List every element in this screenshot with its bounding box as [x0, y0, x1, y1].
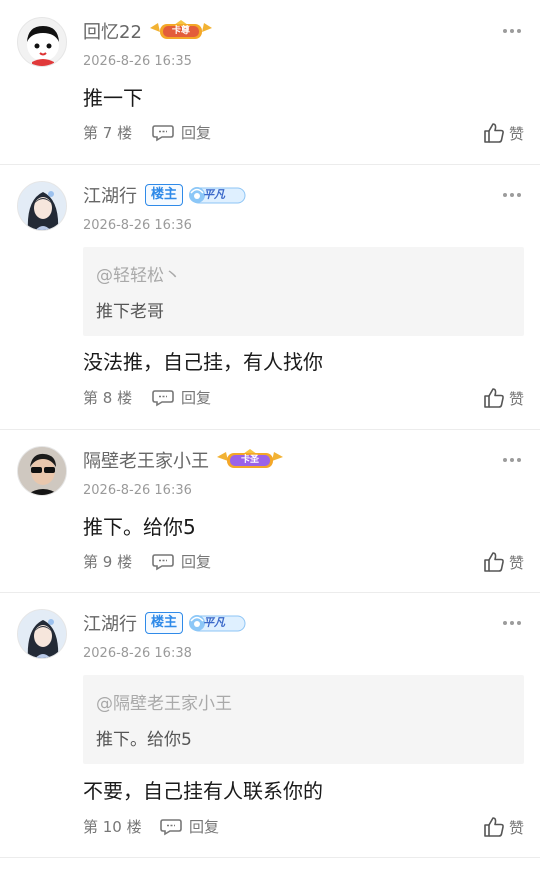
post-content: 推一下: [83, 86, 143, 110]
reply-label: 回复: [181, 553, 212, 571]
floor-number: 第 7 楼: [83, 124, 133, 142]
more-dots-icon[interactable]: [503, 457, 521, 463]
comment-bubble-icon: [152, 390, 174, 407]
reply-button[interactable]: 回复: [152, 122, 211, 144]
quoted-text: 推下老哥: [96, 302, 164, 322]
like-button[interactable]: 赞: [483, 814, 524, 840]
owner-badge: 楼主: [145, 184, 184, 206]
post-content: 没法推，自己挂，有人找你: [83, 350, 323, 374]
quoted-text: 推下。给你5: [96, 730, 192, 750]
vip-crown-badge: 卡尊: [148, 20, 214, 42]
reply-label: 回复: [189, 818, 220, 836]
level-badge: 平凡: [187, 184, 247, 206]
floor-number: 第 10 楼: [83, 818, 142, 836]
reply-post: 隔壁老王家小王 卡圣 2026-8-26 16:36 推下。给你5 第 9 楼 …: [0, 430, 540, 592]
more-dots-icon[interactable]: [503, 28, 521, 34]
vip-crown-badge: 卡圣: [215, 449, 283, 471]
floor-number: 第 9 楼: [83, 553, 133, 571]
floor-number: 第 8 楼: [83, 389, 133, 407]
like-label: 赞: [508, 124, 524, 143]
username[interactable]: 回忆22: [83, 18, 142, 44]
avatar[interactable]: [17, 609, 67, 659]
reply-button[interactable]: 回复: [160, 816, 219, 838]
username[interactable]: 隔壁老王家小王: [83, 447, 209, 473]
like-label: 赞: [508, 389, 524, 408]
thumbs-up-icon: [484, 123, 504, 143]
quoted-reply[interactable]: @轻轻松丶 推下老哥: [83, 247, 524, 336]
avatar[interactable]: [17, 181, 67, 231]
reply-button[interactable]: 回复: [152, 387, 211, 409]
like-label: 赞: [508, 553, 524, 572]
thumbs-up-icon: [484, 552, 504, 572]
post-timestamp: 2026-8-26 16:38: [83, 646, 192, 661]
vip-badge-text: 卡尊: [171, 26, 190, 36]
owner-badge: 楼主: [145, 612, 184, 634]
username[interactable]: 江湖行: [83, 610, 137, 636]
reply-label: 回复: [181, 124, 212, 142]
post-timestamp: 2026-8-26 16:36: [83, 483, 192, 498]
like-label: 赞: [508, 818, 524, 837]
thumbs-up-icon: [484, 388, 504, 408]
avatar[interactable]: [17, 17, 67, 67]
level-badge: 平凡: [187, 612, 247, 634]
reply-button[interactable]: 回复: [152, 551, 211, 573]
quoted-username[interactable]: @轻轻松丶: [96, 261, 181, 286]
avatar[interactable]: [17, 446, 67, 496]
quoted-reply[interactable]: @隔壁老王家小王 推下。给你5: [83, 675, 524, 764]
level-text: 平凡: [203, 616, 226, 629]
more-dots-icon[interactable]: [503, 192, 521, 198]
like-button[interactable]: 赞: [483, 549, 524, 575]
comment-bubble-icon: [152, 125, 174, 142]
reply-post: 江湖行 楼主 平凡 2026-8-26 16:38 @隔壁老王家小王 推下。给你…: [0, 593, 540, 857]
comment-bubble-icon: [160, 819, 182, 836]
comment-bubble-icon: [152, 554, 174, 571]
more-dots-icon[interactable]: [503, 620, 521, 626]
divider: [0, 857, 540, 858]
reply-post: 回忆22 卡尊 2026-8-26 16:35 推一下 第 7 楼 回复 赞: [0, 0, 540, 164]
like-button[interactable]: 赞: [483, 120, 524, 146]
reply-label: 回复: [181, 389, 212, 407]
level-text: 平凡: [203, 188, 226, 201]
reply-post: 江湖行 楼主 平凡 2026-8-26 16:36 @轻轻松丶 推下老哥 没法推…: [0, 165, 540, 429]
post-content: 不要，自己挂有人联系你的: [83, 779, 323, 803]
vip-badge-text: 卡圣: [240, 455, 259, 465]
quoted-username[interactable]: @隔壁老王家小王: [96, 689, 232, 714]
post-content: 推下。给你5: [83, 515, 196, 539]
thumbs-up-icon: [484, 817, 504, 837]
post-timestamp: 2026-8-26 16:36: [83, 218, 192, 233]
post-timestamp: 2026-8-26 16:35: [83, 54, 192, 69]
like-button[interactable]: 赞: [483, 385, 524, 411]
username[interactable]: 江湖行: [83, 182, 137, 208]
